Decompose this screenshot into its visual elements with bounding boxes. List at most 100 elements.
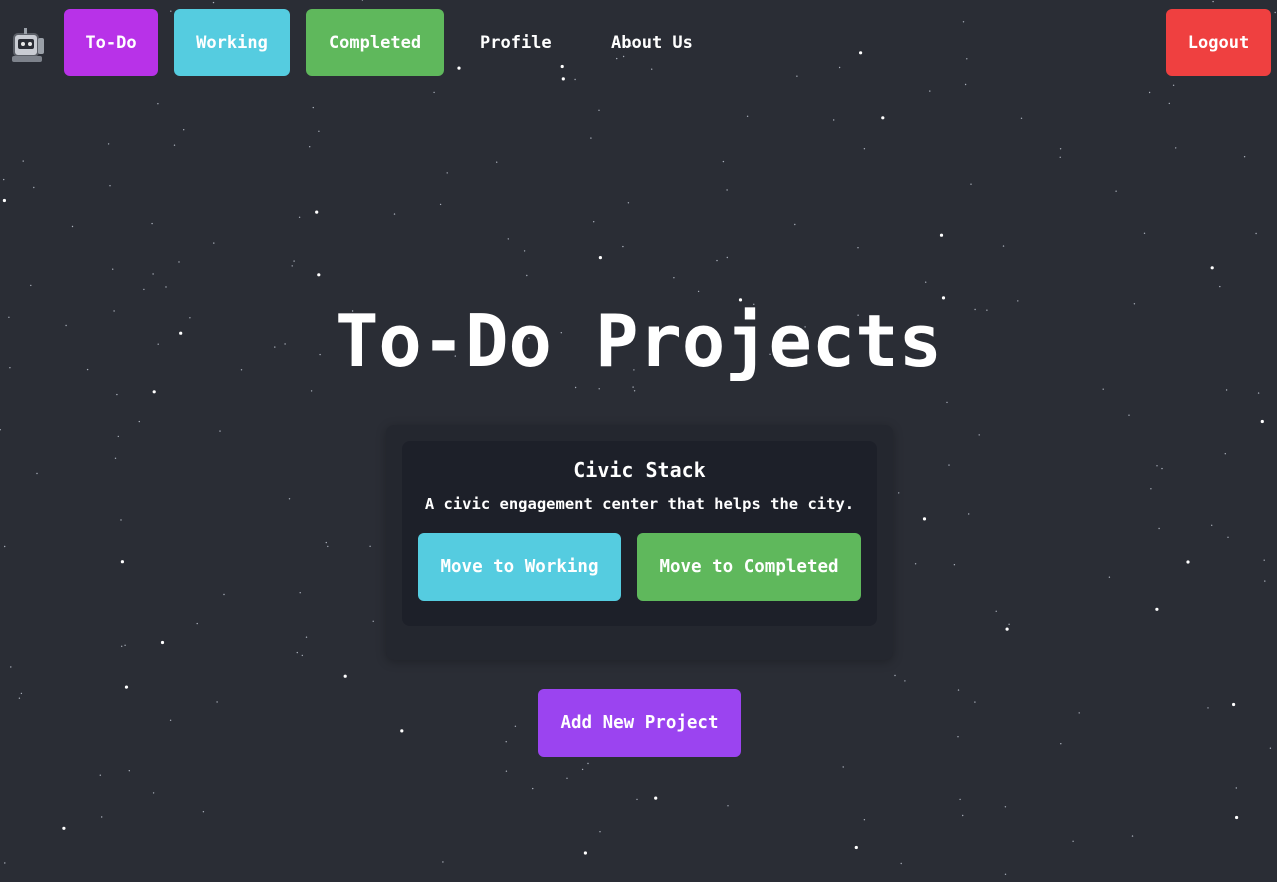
star	[1059, 156, 1061, 158]
star	[439, 203, 442, 206]
star	[309, 146, 311, 148]
star	[863, 148, 866, 150]
star	[957, 736, 959, 738]
star	[1161, 467, 1163, 470]
star	[1060, 743, 1062, 745]
star	[327, 545, 329, 548]
add-new-project-button[interactable]: Add New Project	[538, 689, 741, 757]
star	[315, 210, 319, 214]
star	[296, 651, 298, 654]
star	[1264, 580, 1266, 582]
star	[1186, 560, 1190, 564]
star	[1224, 453, 1227, 455]
star	[894, 674, 896, 677]
star	[116, 393, 118, 396]
star	[1150, 488, 1152, 490]
star	[318, 130, 320, 132]
star	[857, 247, 859, 249]
logout-button[interactable]: Logout	[1166, 9, 1271, 76]
star	[746, 115, 749, 118]
star	[854, 845, 858, 850]
star	[587, 762, 589, 765]
star	[581, 768, 584, 771]
star	[1004, 873, 1007, 875]
star	[178, 261, 180, 263]
star	[71, 225, 74, 228]
star	[213, 242, 215, 244]
star	[310, 390, 313, 392]
star	[505, 741, 507, 743]
star	[1168, 102, 1171, 105]
star	[1225, 389, 1228, 391]
nav-profile-link[interactable]: Profile	[480, 9, 552, 76]
star	[1156, 465, 1158, 467]
star	[30, 284, 32, 287]
nav-about-link[interactable]: About Us	[611, 9, 693, 76]
star	[112, 268, 114, 270]
star	[1128, 414, 1130, 416]
star	[904, 680, 906, 682]
star	[925, 281, 927, 283]
star	[842, 766, 844, 768]
star	[1227, 536, 1229, 538]
page-title: To-Do Projects	[335, 299, 942, 383]
star	[514, 725, 517, 727]
star	[1131, 835, 1134, 837]
star	[1102, 388, 1104, 390]
star	[1219, 285, 1221, 288]
star	[636, 798, 638, 801]
star	[10, 666, 12, 668]
star	[673, 277, 675, 279]
star	[4, 862, 6, 864]
star	[727, 805, 729, 807]
star	[124, 685, 129, 689]
nav-todo-button[interactable]: To-Do	[64, 9, 158, 76]
star	[574, 386, 577, 389]
star	[393, 213, 396, 215]
project-title: Civic Stack	[573, 458, 706, 482]
star	[970, 183, 972, 185]
move-to-working-button[interactable]: Move to Working	[418, 533, 621, 601]
star	[523, 250, 526, 252]
star	[20, 692, 23, 695]
star	[716, 259, 718, 262]
star	[962, 814, 964, 817]
star	[507, 238, 509, 240]
star	[1158, 527, 1160, 530]
star	[863, 819, 866, 821]
star	[957, 689, 960, 691]
star	[1078, 712, 1080, 714]
star	[978, 434, 980, 436]
star	[151, 222, 153, 225]
star	[900, 862, 902, 865]
star	[974, 701, 976, 703]
star	[1175, 147, 1177, 149]
star	[632, 386, 634, 388]
star	[898, 492, 900, 494]
star	[1143, 232, 1146, 234]
star	[223, 593, 225, 596]
star	[291, 265, 293, 267]
top-navbar: To-Do Working Completed Profile About Us…	[0, 0, 1277, 86]
star	[101, 816, 103, 818]
star	[120, 519, 122, 521]
star	[22, 160, 24, 162]
star	[1269, 747, 1272, 749]
star	[833, 119, 835, 121]
star	[152, 390, 156, 394]
star	[948, 464, 950, 466]
star	[165, 286, 167, 288]
nav-completed-button[interactable]: Completed	[306, 9, 444, 76]
move-to-completed-button[interactable]: Move to Completed	[637, 533, 861, 601]
star	[33, 186, 35, 189]
star	[598, 388, 600, 390]
star	[152, 273, 154, 275]
star	[62, 826, 66, 830]
robot-logo-icon[interactable]	[8, 26, 48, 66]
star	[196, 622, 198, 625]
star	[1005, 627, 1009, 631]
star	[598, 109, 600, 112]
project-card: Civic Stack A civic engagement center th…	[402, 441, 877, 626]
nav-working-button[interactable]: Working	[174, 9, 290, 76]
star	[117, 435, 120, 438]
